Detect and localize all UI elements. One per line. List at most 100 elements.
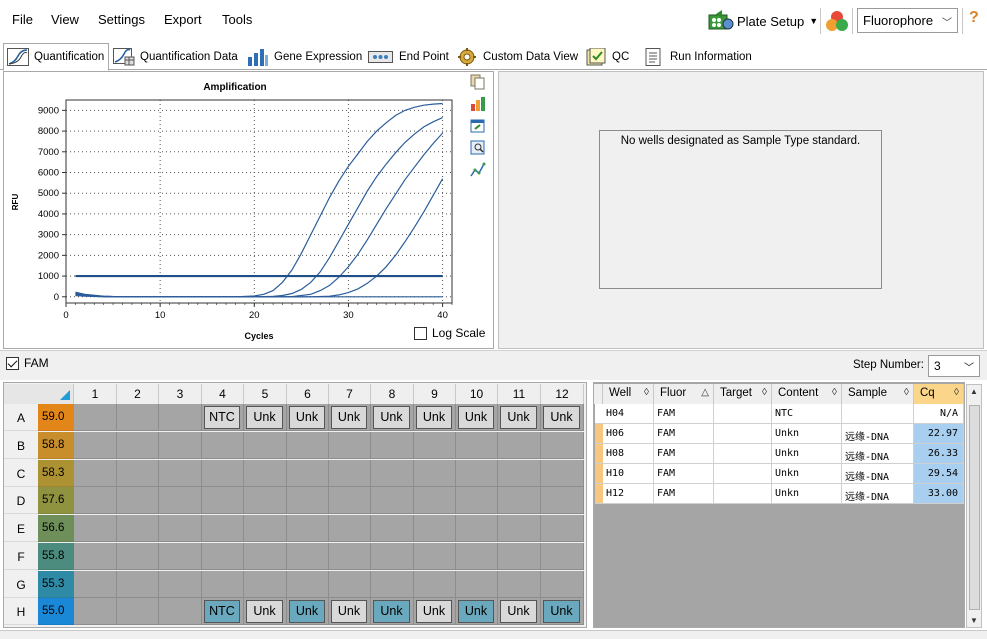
plate-well-assigned[interactable]: Unk: [287, 598, 329, 626]
plate-column-header[interactable]: 7: [329, 384, 371, 404]
plate-well-assigned[interactable]: Unk: [371, 404, 414, 431]
plate-well[interactable]: [244, 459, 287, 487]
results-cell-well[interactable]: H06: [603, 424, 654, 444]
results-cell-target[interactable]: [714, 484, 772, 504]
results-cell-sample[interactable]: 远缘-DNA: [842, 424, 914, 444]
plate-well[interactable]: [244, 515, 287, 542]
plate-well[interactable]: [456, 487, 498, 515]
sort-icon[interactable]: ◊: [762, 387, 767, 398]
sort-icon[interactable]: ◊: [904, 387, 909, 398]
row-selector[interactable]: [595, 444, 603, 464]
plate-well[interactable]: [456, 459, 498, 487]
plate-column-header[interactable]: 5: [244, 384, 287, 404]
plate-well-assigned[interactable]: Unk: [329, 404, 371, 431]
zoom-chart-icon[interactable]: [470, 140, 486, 156]
amplification-curve-H06[interactable]: [75, 102, 443, 298]
plate-column-header[interactable]: 10: [456, 384, 498, 404]
results-cell-content[interactable]: Unkn: [772, 424, 842, 444]
plate-well[interactable]: [202, 431, 244, 459]
results-cell-content[interactable]: NTC: [772, 404, 842, 424]
plate-well[interactable]: [117, 542, 159, 570]
results-column-header-sample[interactable]: Sample ◊: [842, 384, 914, 404]
results-cell-target[interactable]: [714, 444, 772, 464]
plate-well[interactable]: [117, 598, 159, 626]
plate-well[interactable]: [202, 542, 244, 570]
plate-well[interactable]: [159, 515, 202, 542]
menu-settings[interactable]: Settings: [98, 12, 145, 27]
plate-row-header[interactable]: E: [4, 515, 38, 542]
plate-well[interactable]: [541, 542, 584, 570]
chart-colors-icon[interactable]: [470, 96, 486, 112]
plate-well[interactable]: [202, 515, 244, 542]
sort-icon[interactable]: △: [701, 387, 709, 398]
plate-column-header[interactable]: 1: [74, 384, 117, 404]
plate-well[interactable]: [244, 487, 287, 515]
sort-icon[interactable]: ◊: [832, 387, 837, 398]
plate-well[interactable]: [74, 598, 117, 626]
plate-well[interactable]: [117, 487, 159, 515]
plate-column-header[interactable]: 2: [117, 384, 159, 404]
tab-quantification[interactable]: Quantification: [3, 43, 110, 71]
results-cell-well[interactable]: H10: [603, 464, 654, 484]
amplification-curve-H10[interactable]: [75, 132, 444, 298]
plate-well[interactable]: [329, 487, 371, 515]
fam-filter-toggle[interactable]: FAM: [6, 356, 49, 370]
plate-row-header[interactable]: G: [4, 570, 38, 598]
plate-well[interactable]: [414, 487, 456, 515]
plate-well[interactable]: [159, 598, 202, 626]
plate-well-assigned[interactable]: Unk: [456, 404, 498, 431]
plate-well-assigned[interactable]: Unk: [456, 598, 498, 626]
plate-well-assigned[interactable]: Unk: [244, 598, 287, 626]
step-number-select[interactable]: 3 ﹀: [928, 355, 980, 377]
plate-well[interactable]: [329, 515, 371, 542]
plate-well-assigned[interactable]: Unk: [541, 404, 584, 431]
results-cell-fluor[interactable]: FAM: [654, 484, 714, 504]
plate-well[interactable]: [117, 404, 159, 431]
results-cell-sample[interactable]: 远缘-DNA: [842, 444, 914, 464]
results-cell-well[interactable]: H04: [603, 404, 654, 424]
plate-column-header[interactable]: 12: [541, 384, 584, 404]
plate-well-assigned[interactable]: Unk: [287, 404, 329, 431]
plate-well-assigned[interactable]: Unk: [329, 598, 371, 626]
plate-well-assigned[interactable]: Unk: [371, 598, 414, 626]
fluorophore-select[interactable]: Fluorophore ﹀: [857, 8, 958, 33]
plate-well[interactable]: [371, 487, 414, 515]
scroll-up-icon[interactable]: ▲: [970, 387, 978, 396]
results-cell-target[interactable]: [714, 404, 772, 424]
plate-well[interactable]: [456, 431, 498, 459]
plate-well[interactable]: [159, 431, 202, 459]
amplification-chart[interactable]: Amplification Cycles RFU 0 1000 2000 3000 40…: [4, 72, 468, 348]
plate-well[interactable]: [74, 515, 117, 542]
plate-well[interactable]: [244, 570, 287, 598]
menu-export[interactable]: Export: [164, 12, 202, 27]
plate-well[interactable]: [414, 570, 456, 598]
results-cell-cq[interactable]: 26.33: [914, 444, 964, 464]
plate-well[interactable]: [74, 431, 117, 459]
plate-well[interactable]: [287, 515, 329, 542]
curve-settings-icon[interactable]: [470, 162, 486, 178]
tab-custom-data-view[interactable]: Custom Data View: [452, 43, 583, 70]
plate-well[interactable]: [414, 542, 456, 570]
plate-well[interactable]: [456, 515, 498, 542]
results-column-header-cq[interactable]: Cq ◊: [914, 384, 964, 404]
plate-well[interactable]: [329, 570, 371, 598]
plate-well[interactable]: [414, 431, 456, 459]
row-selector[interactable]: [595, 424, 603, 444]
plate-well-assigned[interactable]: NTC: [202, 598, 244, 626]
plate-column-header[interactable]: 9: [414, 384, 456, 404]
fam-checkbox[interactable]: [6, 356, 19, 370]
plate-well[interactable]: [159, 487, 202, 515]
plate-well-assigned[interactable]: Unk: [498, 598, 541, 626]
plate-well[interactable]: [456, 570, 498, 598]
results-cell-fluor[interactable]: FAM: [654, 464, 714, 484]
amplification-curve-H12[interactable]: [75, 178, 444, 298]
results-cell-target[interactable]: [714, 464, 772, 484]
plate-well[interactable]: [244, 542, 287, 570]
plate-well[interactable]: [159, 459, 202, 487]
results-cell-sample[interactable]: 远缘-DNA: [842, 484, 914, 504]
plate-column-header[interactable]: 4: [202, 384, 244, 404]
tab-gene-expression[interactable]: Gene Expression: [243, 43, 367, 70]
plate-row-header[interactable]: H: [4, 598, 38, 626]
plate-well[interactable]: [541, 459, 584, 487]
plate-well-assigned[interactable]: NTC: [202, 404, 244, 431]
